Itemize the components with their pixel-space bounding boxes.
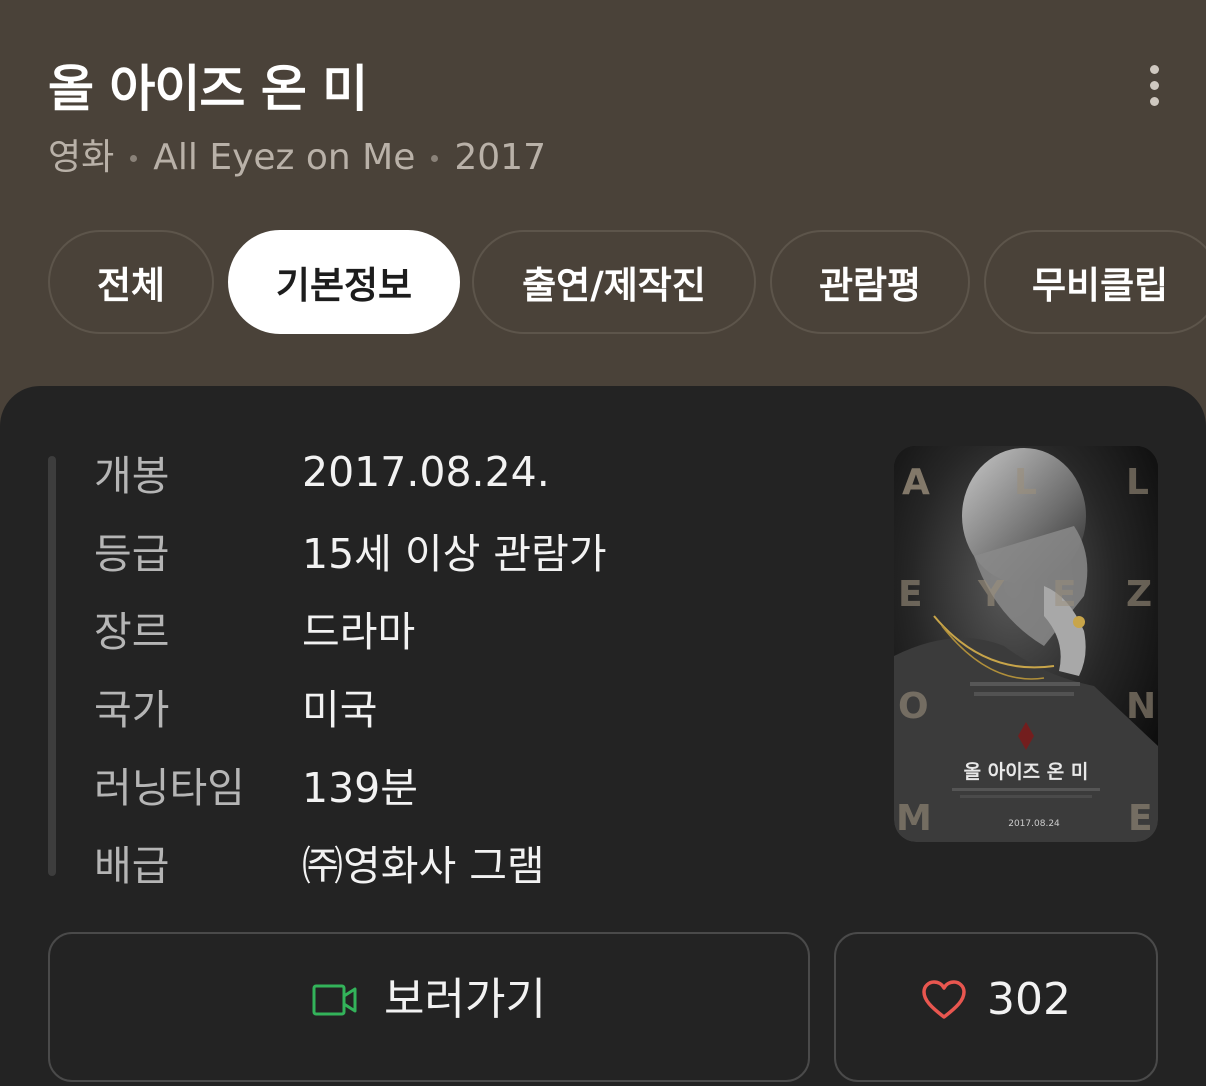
info-label: 배급 — [94, 842, 170, 890]
info-accent-bar — [48, 456, 56, 876]
basic-info-card: 개봉 2017.08.24. 등급 15세 이상 관람가 장르 드라마 국가 미… — [0, 386, 1206, 1086]
poster-letter: Z — [1126, 574, 1152, 615]
info-row-genre: 장르 드라마 — [94, 600, 415, 656]
info-row-rating: 등급 15세 이상 관람가 — [94, 522, 607, 578]
poster-letter: E — [1052, 574, 1077, 615]
info-value: 드라마 — [302, 608, 416, 656]
like-count: 302 — [987, 974, 1071, 1025]
info-value: 15세 이상 관람가 — [302, 530, 607, 578]
poster-image: A L L E Y E Z O N M E 올 아이즈 온 미 2017.08.… — [894, 446, 1158, 842]
info-label: 등급 — [94, 530, 170, 578]
meta-original-title: All Eyez on Me — [153, 137, 416, 178]
meta-separator — [130, 154, 138, 162]
more-options-button[interactable] — [1136, 62, 1172, 108]
poster-letter: E — [898, 574, 923, 615]
more-dot-icon — [1149, 96, 1159, 106]
info-row-runtime: 러닝타임 139분 — [94, 756, 418, 812]
movie-title: 올 아이즈 온 미 — [48, 60, 368, 118]
info-row-country: 국가 미국 — [94, 678, 377, 734]
movie-poster[interactable]: A L L E Y E Z O N M E 올 아이즈 온 미 2017.08.… — [894, 446, 1158, 842]
movie-meta: 영화 All Eyez on Me 2017 — [48, 136, 546, 180]
info-label: 장르 — [94, 608, 170, 656]
info-value: 미국 — [302, 686, 378, 734]
watch-label: 보러가기 — [384, 974, 546, 1025]
more-dot-icon — [1149, 64, 1159, 74]
tab-reviews[interactable]: 관람평 — [770, 230, 970, 334]
poster-letter: M — [896, 798, 932, 839]
meta-separator — [431, 154, 439, 162]
poster-letter: O — [898, 686, 929, 727]
poster-letter: A — [902, 462, 930, 503]
poster-release-date: 2017.08.24 — [1008, 819, 1060, 829]
more-dot-icon — [1149, 80, 1159, 90]
tab-cast-crew[interactable]: 출연/제작진 — [472, 230, 756, 334]
poster-letter: L — [1126, 462, 1149, 503]
info-label: 러닝타임 — [94, 764, 245, 812]
info-value: ㈜영화사 그램 — [302, 842, 545, 890]
meta-year: 2017 — [454, 137, 546, 178]
heart-icon — [921, 972, 967, 1028]
meta-category: 영화 — [48, 137, 115, 178]
like-button[interactable]: 302 — [834, 932, 1158, 1082]
info-label: 국가 — [94, 686, 170, 734]
info-label: 개봉 — [94, 452, 170, 500]
tab-basic-info[interactable]: 기본정보 — [228, 230, 460, 334]
poster-title: 올 아이즈 온 미 — [964, 761, 1089, 783]
info-value: 139분 — [302, 764, 418, 812]
tab-bar: 전체 기본정보 출연/제작진 관람평 무비클립 — [48, 230, 1206, 338]
tab-movie-clips[interactable]: 무비클립 — [984, 230, 1206, 334]
info-row-release: 개봉 2017.08.24. — [94, 444, 550, 500]
info-row-distributor: 배급 ㈜영화사 그램 — [94, 834, 545, 890]
poster-letter: N — [1126, 686, 1156, 727]
video-camera-icon — [312, 972, 358, 1028]
poster-letter: L — [1014, 462, 1037, 503]
poster-letter: Y — [977, 574, 1005, 615]
movie-header: 올 아이즈 온 미 영화 All Eyez on Me 2017 전체 기본정보… — [0, 0, 1206, 390]
watch-button[interactable]: 보러가기 — [48, 932, 810, 1082]
tab-all[interactable]: 전체 — [48, 230, 214, 334]
info-value: 2017.08.24. — [302, 448, 550, 496]
poster-letter: E — [1128, 798, 1153, 839]
